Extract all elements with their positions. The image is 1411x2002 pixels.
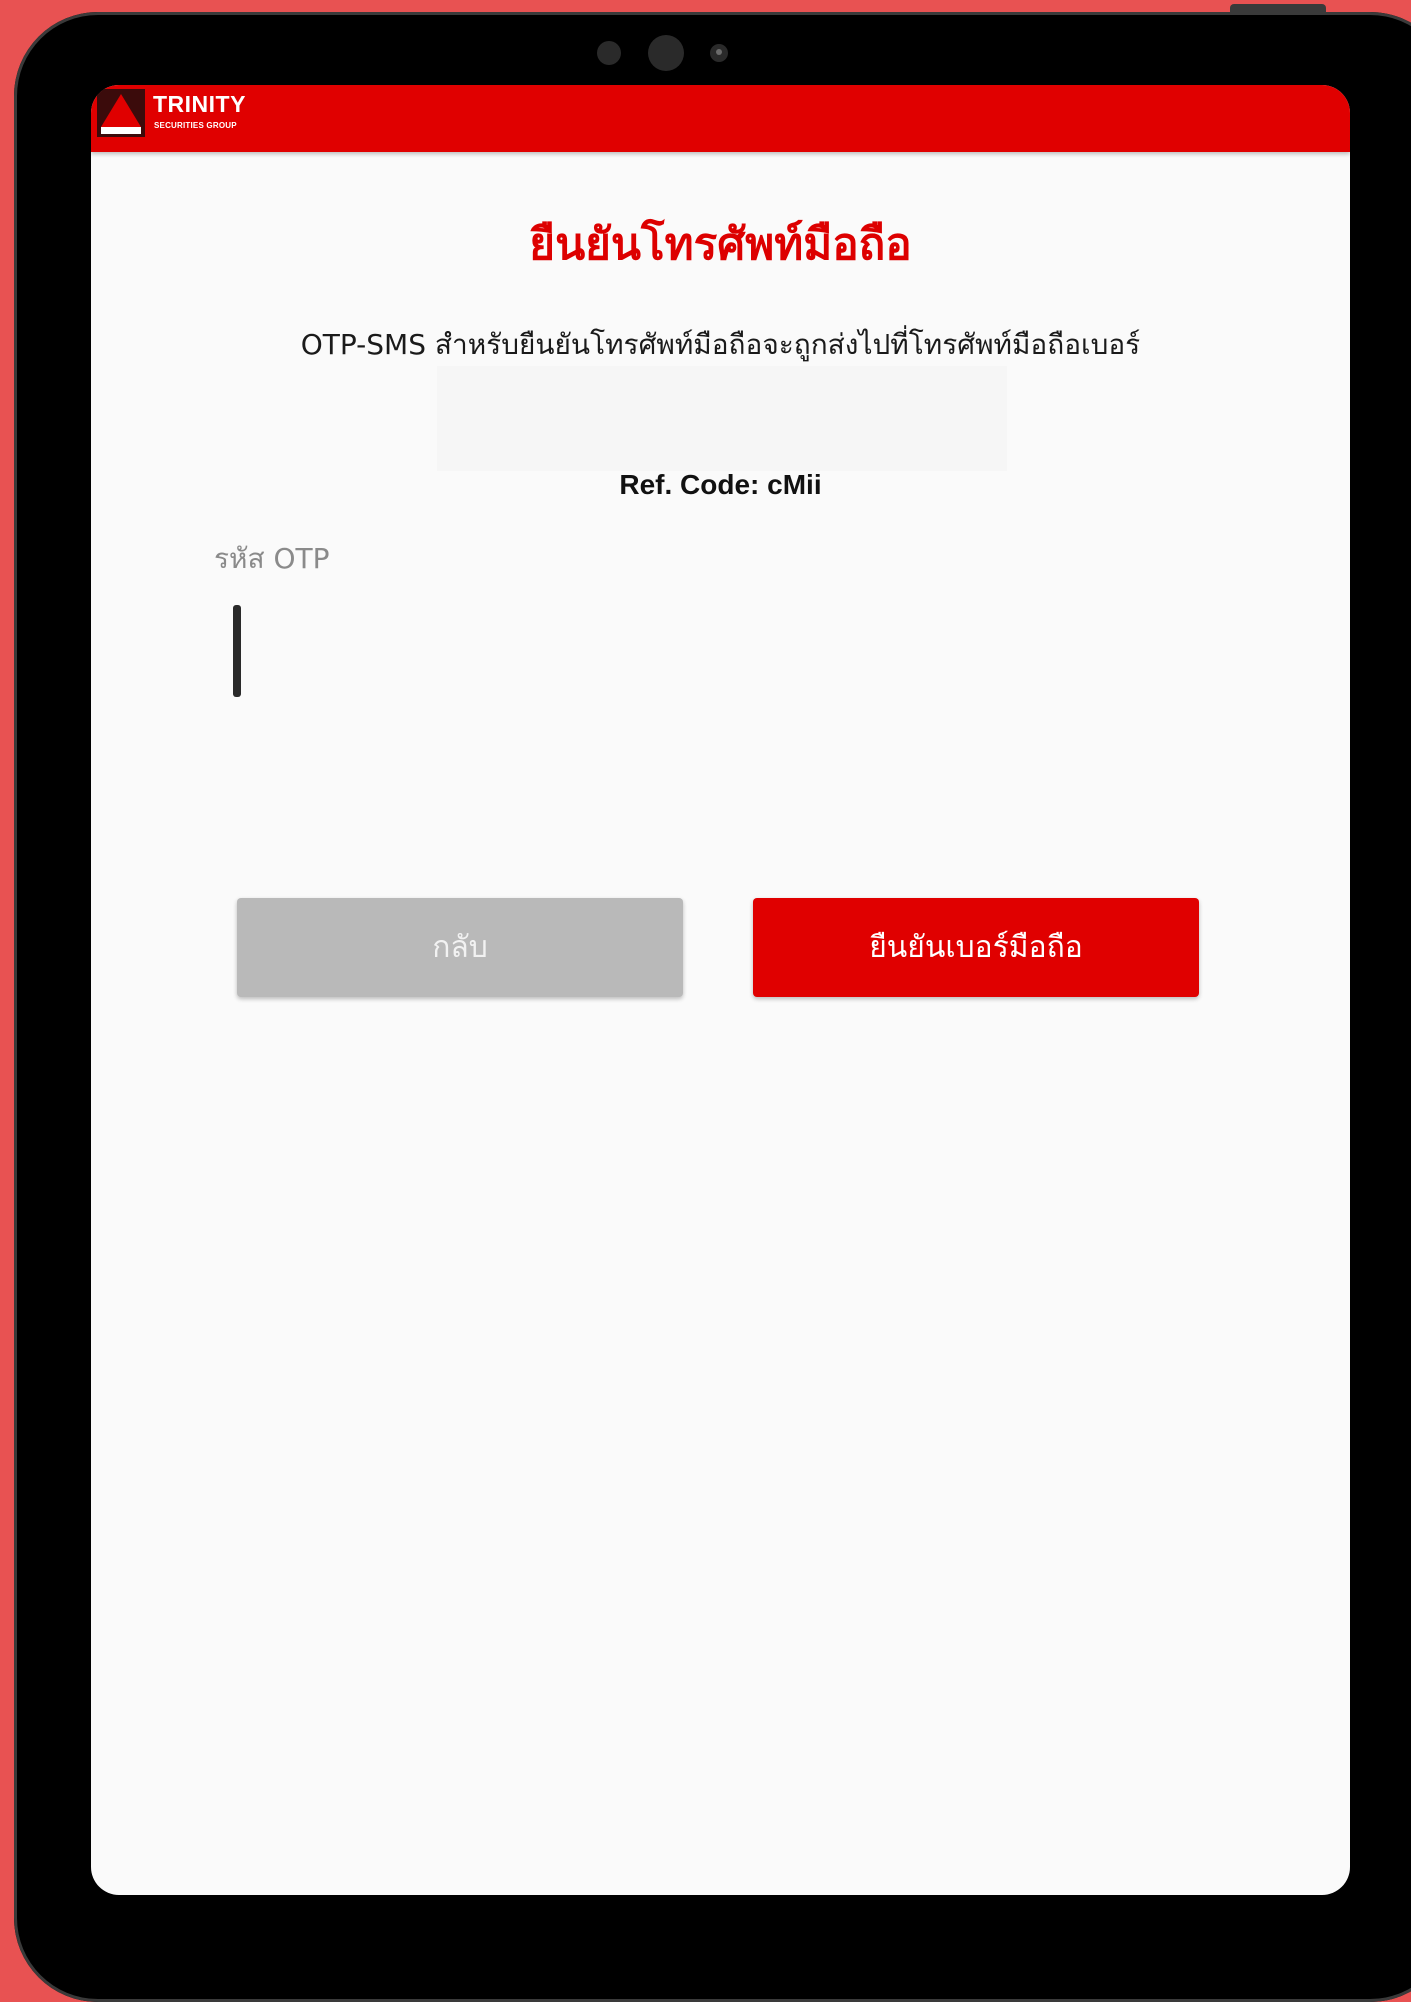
app-header-bar: TRINITY SECURITIES GROUP [91,85,1350,152]
otp-field-label: รหัส OTP [214,542,330,575]
brand-logo: TRINITY SECURITIES GROUP [97,89,267,137]
app-screen: TRINITY SECURITIES GROUP ยืนยันโทรศัพท์ม… [91,85,1350,1895]
confirm-phone-button[interactable]: ยืนยันเบอร์มือถือ [753,898,1199,997]
ref-code: Ref. Code: cMii [619,469,822,500]
brand-subtitle: SECURITIES GROUP [154,121,237,130]
text-cursor [233,605,241,697]
trinity-logo-icon [97,89,145,137]
page-title: ยืนยันโทรศัพท์มือถือ [529,219,912,270]
otp-description: OTP-SMS สำหรับยืนยันโทรศัพท์มือถือจะถูกส… [300,328,1141,361]
brand-name: TRINITY [153,91,246,117]
camera-lens-icon [710,44,728,62]
front-camera-icon [648,35,684,71]
camera-sensor-icon [597,41,621,65]
otp-input[interactable] [231,582,1235,694]
phone-number-display [437,366,1007,471]
power-button [1230,4,1326,14]
back-button[interactable]: กลับ [237,898,683,997]
